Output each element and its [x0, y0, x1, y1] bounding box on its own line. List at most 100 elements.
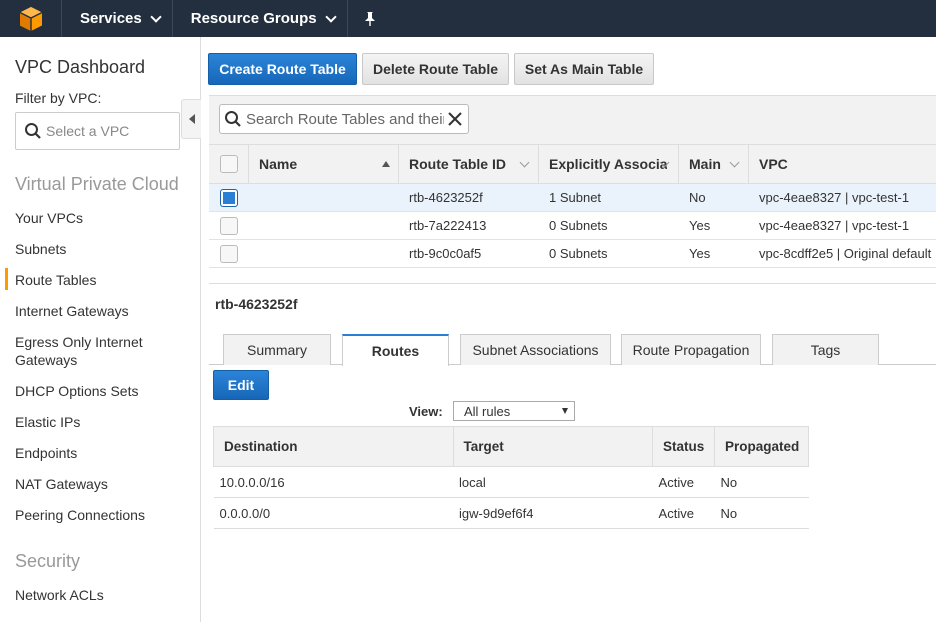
- cell-propagated: No: [714, 466, 809, 498]
- target-link[interactable]: igw-9d9ef6f4: [453, 497, 653, 529]
- cell-vpc: vpc-4eae8327 | vpc-test-1: [759, 218, 910, 233]
- sidebar-item-network-acls[interactable]: Network ACLs: [15, 586, 104, 604]
- cell-explicitly-associated: 0 Subnets: [549, 246, 608, 261]
- tab-routes[interactable]: Routes: [342, 334, 449, 366]
- cell-route-table-id: rtb-4623252f: [409, 190, 483, 205]
- section-security: Security: [15, 551, 81, 571]
- sidebar-item-elastic-ips[interactable]: Elastic IPs: [15, 413, 80, 431]
- column-label: Main: [689, 156, 721, 172]
- routes-header-row: Destination Target Status Propagated: [213, 426, 809, 467]
- cell-target: local: [453, 466, 653, 498]
- column-label: Explicitly Associat: [549, 156, 667, 172]
- sidebar-item-your-vpcs[interactable]: Your VPCs: [15, 209, 83, 227]
- row-select-cell: [209, 212, 249, 239]
- cell-explicitly-associated: 1 Subnet: [549, 190, 602, 205]
- edit-button[interactable]: Edit: [213, 370, 269, 400]
- sidebar-item-dhcp-options-sets[interactable]: DHCP Options Sets: [15, 382, 138, 400]
- view-select-value: All rules: [464, 403, 511, 419]
- delete-route-table-button[interactable]: Delete Route Table: [362, 53, 509, 85]
- search-icon: [25, 123, 41, 139]
- row-checkbox[interactable]: [220, 244, 238, 263]
- table-header: Name Route Table ID Explicitly Associat …: [209, 144, 936, 184]
- cell-vpc: vpc-8cdff2e5 | Original default: [759, 246, 932, 261]
- cell-vpc: vpc-4eae8327 | vpc-test-1: [759, 190, 910, 205]
- column-label: Name: [259, 156, 298, 172]
- sort-ascending-icon: [382, 161, 390, 167]
- collapse-sidebar-button[interactable]: [181, 99, 201, 139]
- sidebar-item-endpoints[interactable]: Endpoints: [15, 444, 77, 462]
- select-all-checkbox[interactable]: [219, 155, 238, 173]
- chevron-down-icon: [519, 157, 530, 168]
- column-label: Route Table ID: [409, 156, 506, 172]
- chevron-down-icon: [150, 10, 162, 23]
- column-header-destination: Destination: [213, 426, 454, 467]
- column-header-route-table-id[interactable]: Route Table ID: [399, 145, 539, 183]
- column-header-propagated: Propagated: [714, 426, 809, 467]
- tab-summary[interactable]: Summary: [223, 334, 331, 365]
- aws-logo-icon[interactable]: [0, 0, 62, 37]
- tab-subnet-associations[interactable]: Subnet Associations: [460, 334, 611, 365]
- detail-title: rtb-4623252f: [215, 296, 298, 312]
- filter-label: Filter by VPC:: [15, 90, 102, 106]
- main-content: Create Route Table Delete Route Table Se…: [201, 37, 936, 622]
- vpc-filter-placeholder: Select a VPC: [46, 123, 130, 139]
- column-header-status: Status: [652, 426, 716, 467]
- route-tables-table: Name Route Table ID Explicitly Associat …: [209, 144, 936, 268]
- cell-destination: 10.0.0.0/16: [213, 466, 453, 498]
- row-checkbox[interactable]: [220, 188, 238, 207]
- view-label: View:: [409, 404, 443, 419]
- cell-destination: 0.0.0.0/0: [213, 497, 453, 529]
- tab-route-propagation[interactable]: Route Propagation: [621, 334, 761, 365]
- view-select[interactable]: All rules: [453, 401, 575, 421]
- row-checkbox[interactable]: [220, 216, 238, 235]
- top-navbar: Services Resource Groups: [0, 0, 936, 37]
- chevron-left-icon: [188, 114, 195, 124]
- routes-table: Destination Target Status Propagated 10.…: [213, 426, 809, 529]
- table-row[interactable]: rtb-7a222413 0 Subnets Yes vpc-4eae8327 …: [209, 212, 936, 240]
- sidebar-item-subnets[interactable]: Subnets: [15, 240, 66, 258]
- set-as-main-table-button[interactable]: Set As Main Table: [514, 53, 654, 85]
- search-box: [219, 104, 469, 134]
- column-header-target: Target: [452, 426, 654, 467]
- route-row: 0.0.0.0/0 igw-9d9ef6f4 Active No: [213, 497, 809, 529]
- tab-tags[interactable]: Tags: [772, 334, 879, 365]
- route-tables-grid: Name Route Table ID Explicitly Associat …: [209, 95, 936, 268]
- column-header-vpc[interactable]: VPC: [749, 145, 936, 183]
- column-header-explicitly-associated[interactable]: Explicitly Associat: [539, 145, 679, 183]
- sidebar-item-peering-connections[interactable]: Peering Connections: [15, 506, 145, 524]
- cell-name: [249, 184, 399, 211]
- table-row[interactable]: rtb-4623252f 1 Subnet No vpc-4eae8327 | …: [209, 184, 936, 212]
- cell-status: Active: [652, 466, 715, 498]
- services-menu[interactable]: Services: [62, 0, 173, 37]
- section-virtual-private-cloud: Virtual Private Cloud: [15, 174, 179, 194]
- cell-propagated: No: [714, 497, 809, 529]
- services-label: Services: [80, 10, 142, 27]
- column-header-name[interactable]: Name: [249, 145, 399, 183]
- sidebar-title[interactable]: VPC Dashboard: [15, 57, 145, 78]
- cell-main: No: [689, 190, 706, 205]
- sidebar-item-internet-gateways[interactable]: Internet Gateways: [15, 302, 129, 320]
- table-row[interactable]: rtb-9c0c0af5 0 Subnets Yes vpc-8cdff2e5 …: [209, 240, 936, 268]
- chevron-down-icon: [729, 157, 740, 168]
- cell-status: Active: [652, 497, 715, 529]
- detail-tabs: Summary Routes Subnet Associations Route…: [209, 334, 936, 366]
- close-icon[interactable]: [448, 112, 462, 126]
- column-label: VPC: [759, 156, 788, 172]
- vpc-filter-select[interactable]: Select a VPC: [15, 112, 180, 150]
- sidebar-item-route-tables[interactable]: Route Tables: [15, 271, 96, 289]
- cell-route-table-id: rtb-9c0c0af5: [409, 246, 482, 261]
- pane-splitter[interactable]: [209, 283, 936, 284]
- resource-groups-menu[interactable]: Resource Groups: [173, 0, 348, 37]
- column-header-main[interactable]: Main: [679, 145, 749, 183]
- resource-groups-label: Resource Groups: [190, 10, 317, 27]
- cell-route-table-id: rtb-7a222413: [409, 218, 487, 233]
- pin-icon[interactable]: [348, 0, 392, 37]
- sidebar: VPC Dashboard Filter by VPC: Select a VP…: [0, 37, 201, 622]
- active-item-indicator: [5, 268, 8, 290]
- sidebar-item-egress-only-internet-gateways[interactable]: Egress Only Internet Gateways: [15, 333, 165, 369]
- cell-name: [249, 212, 399, 239]
- cell-main: Yes: [689, 218, 711, 233]
- create-route-table-button[interactable]: Create Route Table: [208, 53, 357, 85]
- search-input[interactable]: [246, 110, 444, 128]
- sidebar-item-nat-gateways[interactable]: NAT Gateways: [15, 475, 108, 493]
